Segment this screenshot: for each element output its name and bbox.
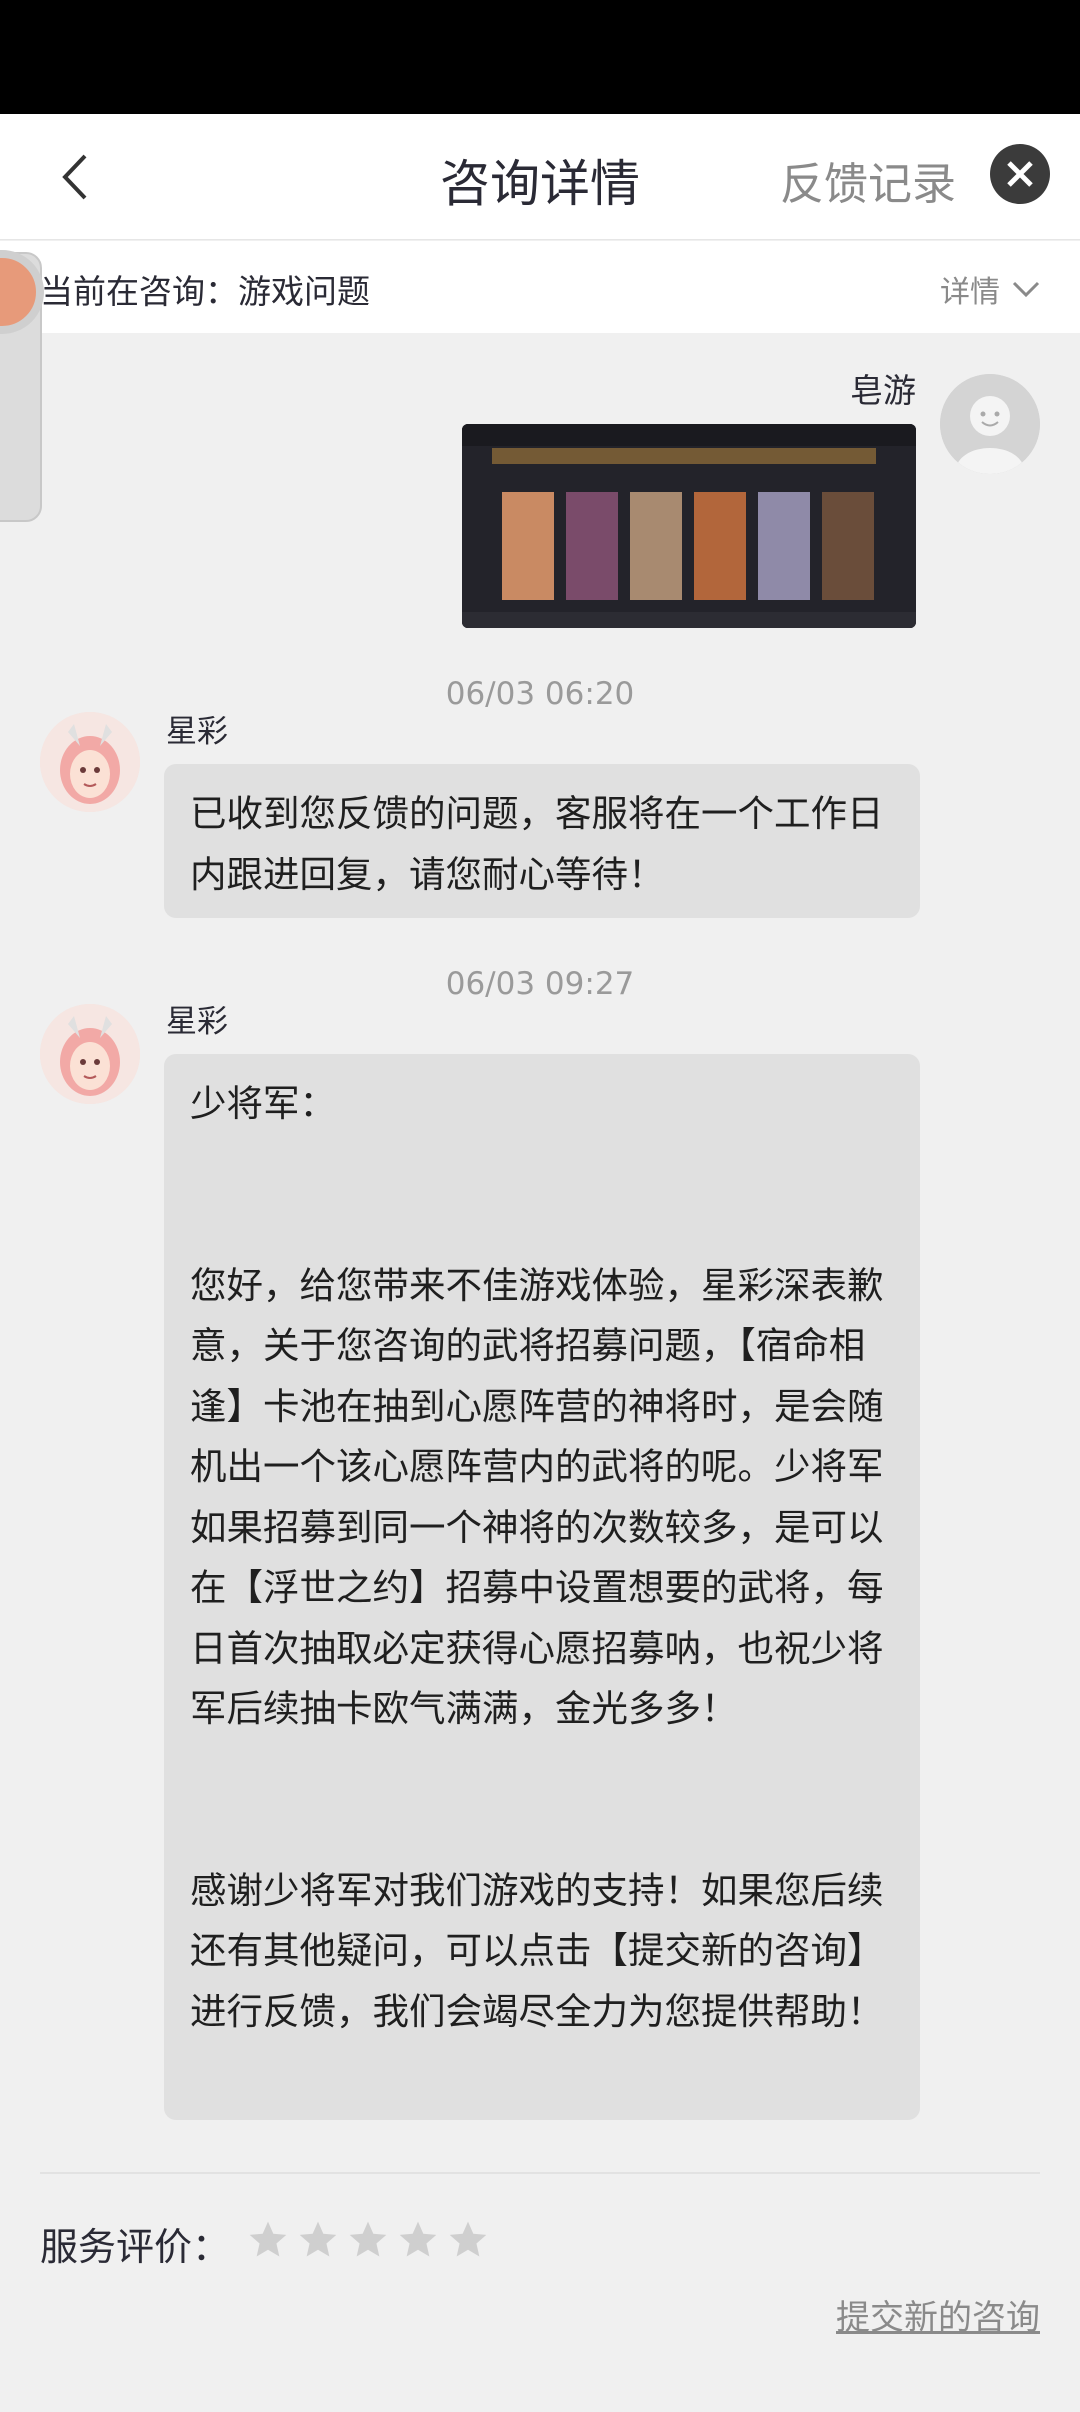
message-bubble: 已收到您反馈的问题，客服将在一个工作日内跟进回复，请您耐心等待！ (164, 764, 920, 918)
default-avatar-icon (940, 374, 1040, 474)
chevron-down-icon (1012, 281, 1040, 298)
game-screenshot-thumbnail (462, 424, 916, 628)
star-icon[interactable] (246, 2218, 290, 2262)
submit-new-consultation-link[interactable]: 提交新的咨询 (836, 2290, 1040, 2339)
status-bar (0, 0, 1080, 114)
agent-avatar-image (40, 1004, 140, 1104)
divider (40, 2172, 1040, 2174)
user-name: 皂游 (850, 371, 916, 410)
agent-avatar-image (40, 712, 140, 812)
topic-detail-label: 详情 (940, 275, 1000, 310)
header: 咨询详情 反馈记录 (0, 114, 1080, 240)
topic-bar: 当前在咨询：游戏问题 详情 (0, 241, 1080, 333)
agent-name: 星彩 (166, 714, 228, 750)
user-avatar (940, 374, 1040, 474)
topic-detail-toggle[interactable]: 详情 (940, 267, 1040, 311)
star-icon[interactable] (396, 2218, 440, 2262)
current-topic: 当前在咨询：游戏问题 (40, 272, 370, 311)
close-icon (1007, 161, 1033, 187)
agent-name: 星彩 (166, 1004, 228, 1040)
agent-avatar (40, 712, 140, 812)
star-icon[interactable] (296, 2218, 340, 2262)
feedback-records-link[interactable]: 反馈记录 (780, 148, 956, 212)
rating-label: 服务评价： (40, 2225, 231, 2269)
message-timestamp: 06/03 06:20 (445, 676, 635, 712)
close-button[interactable] (990, 144, 1050, 204)
message-timestamp: 06/03 09:27 (445, 966, 635, 1002)
agent-avatar (40, 1004, 140, 1104)
message-bubble: 少将军： 您好，给您带来不佳游戏体验，星彩深表歉意，关于您咨询的武将招募问题，【… (164, 1054, 920, 2120)
user-screenshot-image[interactable] (462, 424, 916, 628)
rating-stars (246, 2218, 490, 2262)
star-icon[interactable] (346, 2218, 390, 2262)
star-icon[interactable] (446, 2218, 490, 2262)
